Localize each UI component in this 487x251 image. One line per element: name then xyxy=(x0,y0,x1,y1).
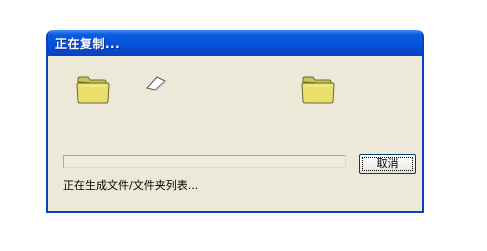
source-folder-icon xyxy=(76,76,110,104)
title-bar[interactable]: 正在复制... xyxy=(48,30,422,56)
copy-progress-bar xyxy=(63,155,346,168)
cancel-button[interactable]: 取消 xyxy=(359,154,416,174)
destination-folder-icon xyxy=(301,76,335,104)
status-text: 正在生成文件/文件夹列表... xyxy=(63,179,199,192)
copy-progress-dialog: 正在复制... 取消 正在生成文件/文件夹列表... xyxy=(46,30,424,213)
window-title: 正在复制... xyxy=(55,37,121,51)
flying-document-icon xyxy=(146,76,166,91)
